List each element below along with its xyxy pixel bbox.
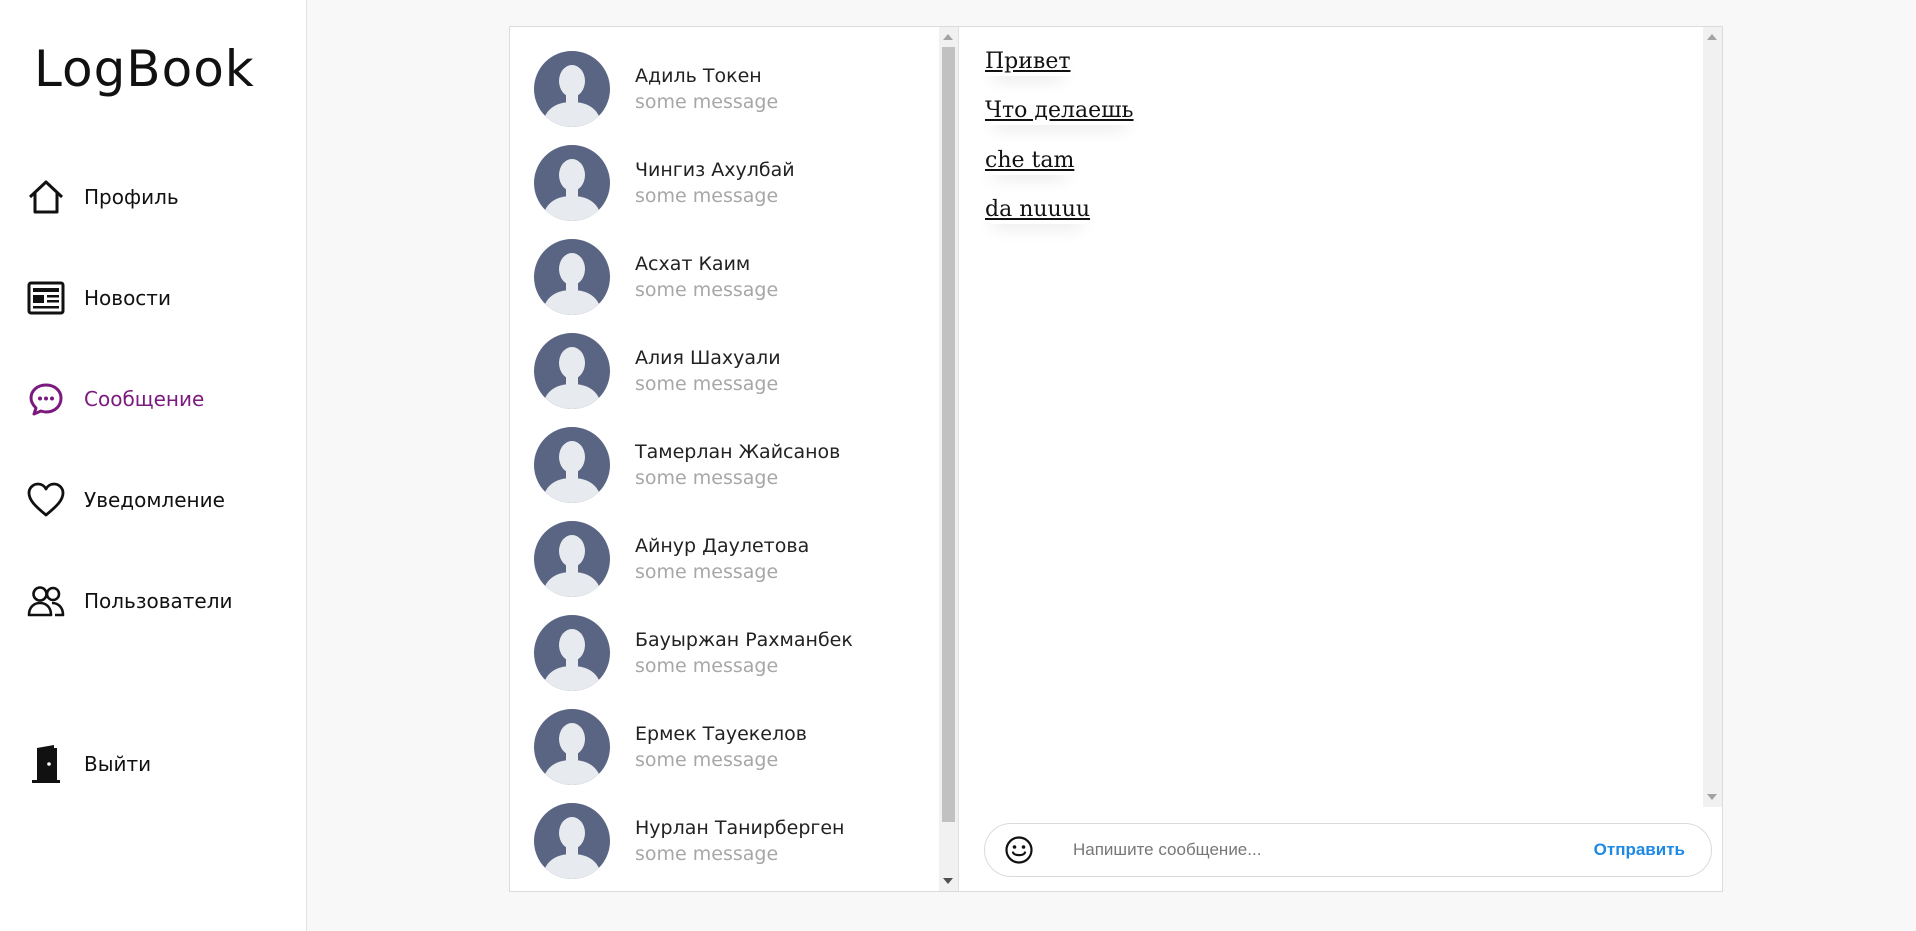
- contact-item[interactable]: Алия Шахуали some message: [534, 331, 934, 411]
- chat-container: Адиль Токен some message Чингиз Ахулбай som…: [509, 26, 1723, 892]
- scroll-up-arrow-icon[interactable]: [1707, 34, 1717, 40]
- chat-bubble-icon: [26, 379, 66, 419]
- contact-name: Айнур Даулетова: [635, 535, 810, 557]
- contact-text: Бауыржан Рахманбек some message: [635, 627, 853, 679]
- contact-preview: some message: [635, 279, 779, 301]
- nav-item-notifications[interactable]: Уведомление: [26, 477, 225, 523]
- smiley-icon[interactable]: [1003, 834, 1035, 866]
- sidebar: LogBook Профиль Новости Сообщение Уведом…: [0, 0, 307, 931]
- contact-name: Ермек Тауекелов: [635, 723, 807, 745]
- message-bubble: da nuuuu: [985, 197, 1091, 222]
- nav-item-label: Уведомление: [84, 488, 225, 512]
- contact-name: Чингиз Ахулбай: [635, 159, 795, 181]
- home-icon: [26, 177, 66, 217]
- contact-item[interactable]: Адиль Токен some message: [534, 49, 934, 129]
- contact-preview: some message: [635, 843, 779, 865]
- contact-name: Нурлан Танирберген: [635, 817, 845, 839]
- contact-name: Адиль Токен: [635, 65, 762, 87]
- contact-text: Тамерлан Жайсанов some message: [635, 439, 840, 491]
- nav-item-messages[interactable]: Сообщение: [26, 376, 204, 422]
- message-input[interactable]: [1073, 840, 1573, 860]
- heart-icon: [26, 480, 66, 520]
- contact-preview: some message: [635, 561, 779, 583]
- avatar-icon: [534, 427, 610, 503]
- message-bubble: Привет: [985, 49, 1071, 74]
- nav-item-users[interactable]: Пользователи: [26, 578, 233, 624]
- contact-name: Асхат Каим: [635, 253, 751, 275]
- nav-item-label: Пользователи: [84, 589, 233, 613]
- newspaper-icon: [26, 278, 66, 318]
- avatar-icon: [534, 239, 610, 315]
- contact-text: Нурлан Танирберген some message: [635, 815, 844, 867]
- avatar-icon: [534, 803, 610, 879]
- scrollbar-thumb[interactable]: [942, 47, 955, 822]
- contact-text: Айнур Даулетова some message: [635, 533, 809, 585]
- logout-button[interactable]: Выйти: [26, 741, 151, 787]
- door-icon: [26, 744, 66, 784]
- nav-item-label: Сообщение: [84, 387, 205, 411]
- avatar-icon: [534, 615, 610, 691]
- nav-item-label: Новости: [84, 286, 171, 310]
- scroll-down-arrow-icon[interactable]: [1707, 794, 1717, 800]
- contact-item[interactable]: Чингиз Ахулбай some message: [534, 143, 934, 223]
- avatar-icon: [534, 51, 610, 127]
- contact-text: Ермек Тауекелов some message: [635, 721, 807, 773]
- contact-preview: some message: [635, 373, 779, 395]
- message-composer: Отправить: [984, 823, 1712, 877]
- contact-list: Адиль Токен some message Чингиз Ахулбай som…: [510, 27, 959, 891]
- contact-list-scrollbar[interactable]: [939, 27, 958, 891]
- contact-name: Алия Шахуали: [635, 347, 781, 369]
- contact-text: Адиль Токен some message: [635, 63, 778, 115]
- app-logo[interactable]: LogBook: [34, 40, 255, 98]
- message-area: Привет Что делаешь che tam da nuuuu: [960, 27, 1722, 807]
- logout-label: Выйти: [84, 752, 152, 776]
- avatar-icon: [534, 333, 610, 409]
- contact-item[interactable]: Айнур Даулетова some message: [534, 519, 934, 599]
- avatar-icon: [534, 521, 610, 597]
- scroll-up-arrow-icon[interactable]: [943, 34, 953, 40]
- users-icon: [26, 581, 66, 621]
- nav-item-news[interactable]: Новости: [26, 275, 171, 321]
- contact-preview: some message: [635, 749, 779, 771]
- contact-item[interactable]: Ермек Тауекелов some message: [534, 707, 934, 787]
- contact-item[interactable]: Тамерлан Жайсанов some message: [534, 425, 934, 505]
- message-bubble: Что делаешь: [985, 98, 1134, 123]
- avatar-icon: [534, 145, 610, 221]
- message-area-scrollbar[interactable]: [1703, 27, 1722, 807]
- contact-preview: some message: [635, 467, 779, 489]
- nav-item-label: Профиль: [84, 185, 179, 209]
- contact-text: Алия Шахуали some message: [635, 345, 781, 397]
- contact-text: Асхат Каим some message: [635, 251, 778, 303]
- contact-preview: some message: [635, 91, 779, 113]
- contact-item[interactable]: Нурлан Танирберген some message: [534, 801, 934, 881]
- contact-name: Бауыржан Рахманбек: [635, 629, 853, 651]
- contact-preview: some message: [635, 655, 779, 677]
- contact-preview: some message: [635, 185, 779, 207]
- contact-text: Чингиз Ахулбай some message: [635, 157, 795, 209]
- message-bubble: che tam: [985, 148, 1075, 173]
- contact-name: Тамерлан Жайсанов: [635, 441, 841, 463]
- nav-item-profile[interactable]: Профиль: [26, 174, 179, 220]
- avatar-icon: [534, 709, 610, 785]
- contact-item[interactable]: Бауыржан Рахманбек some message: [534, 613, 934, 693]
- contact-item[interactable]: Асхат Каим some message: [534, 237, 934, 317]
- send-button[interactable]: Отправить: [1594, 840, 1685, 860]
- scroll-down-arrow-icon[interactable]: [943, 878, 953, 884]
